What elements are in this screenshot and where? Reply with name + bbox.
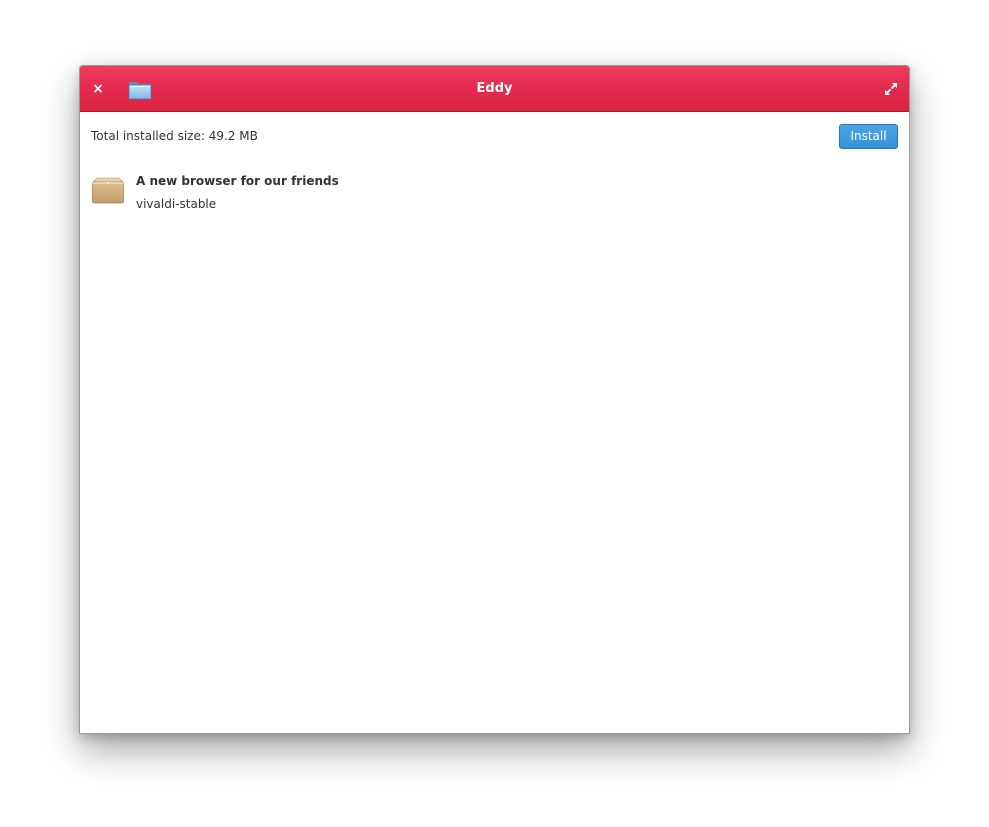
package-box-icon xyxy=(91,176,125,206)
main-content: Total installed size: 49.2 MB Install A … xyxy=(80,112,909,733)
install-button[interactable]: Install xyxy=(839,124,898,149)
window-title: Eddy xyxy=(476,81,513,96)
eddy-window: × Eddy Total installed size: 49.2 MB Ins… xyxy=(79,65,910,734)
total-installed-size: Total installed size: 49.2 MB xyxy=(91,129,258,143)
titlebar: × Eddy xyxy=(80,66,909,112)
package-name: A new browser for our friends xyxy=(136,174,339,188)
list-item[interactable]: A new browser for our friends vivaldi-st… xyxy=(91,172,891,220)
package-id: vivaldi-stable xyxy=(136,197,217,211)
maximize-icon[interactable] xyxy=(883,81,899,97)
